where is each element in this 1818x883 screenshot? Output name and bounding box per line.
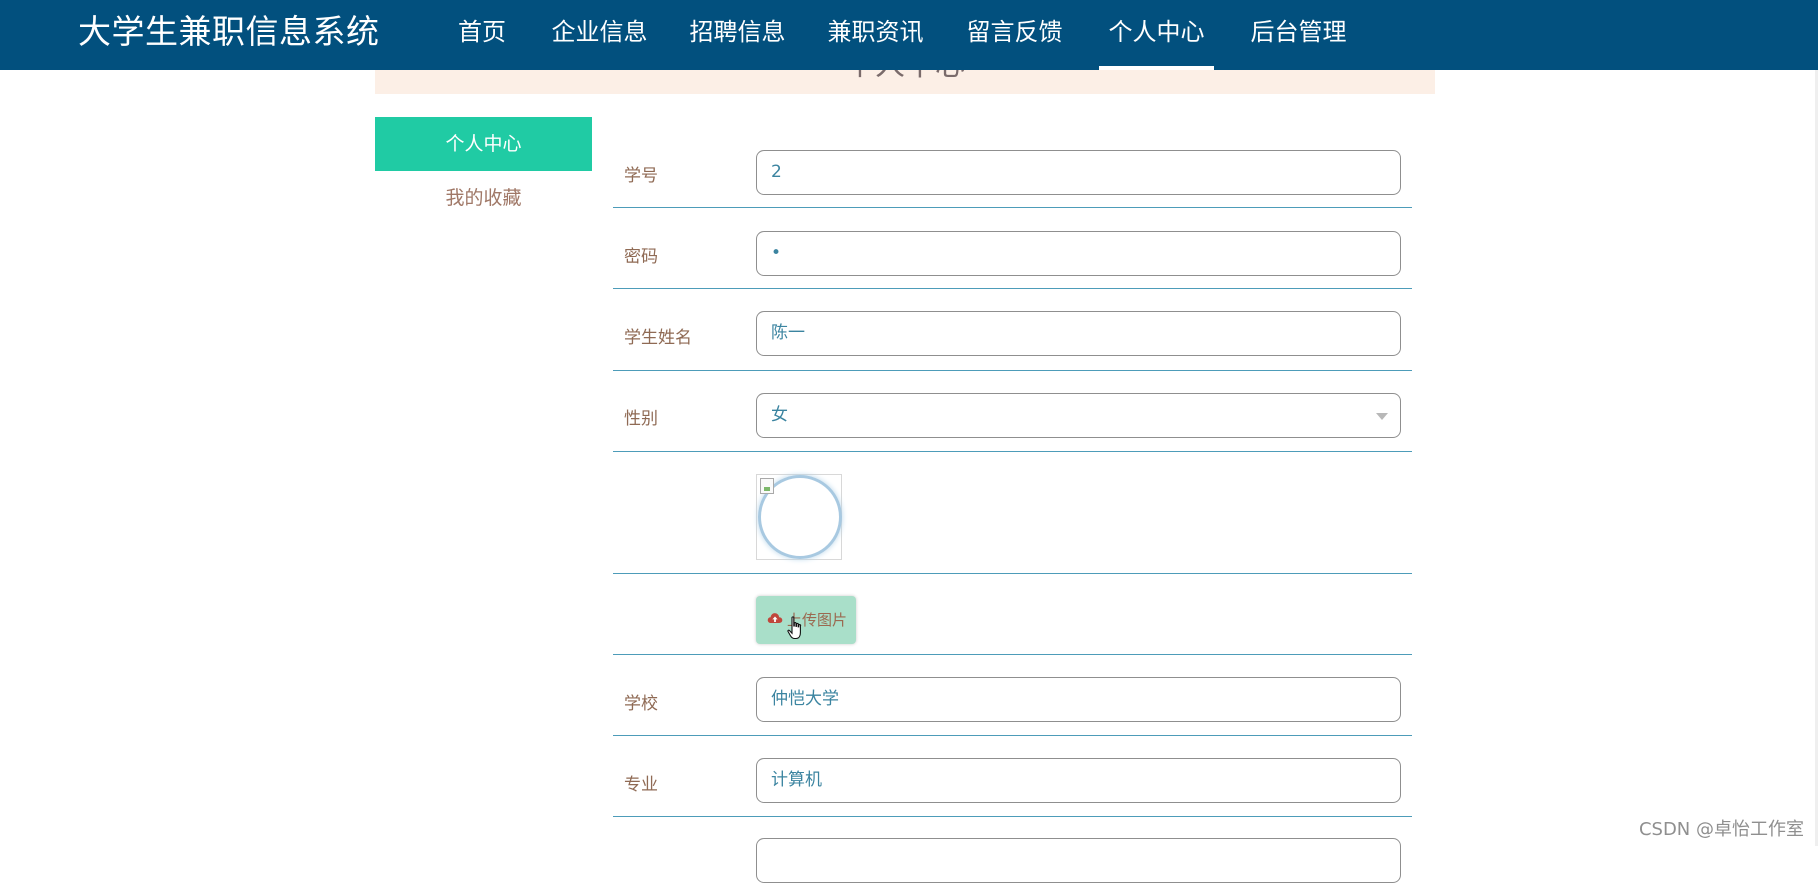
avatar-preview — [756, 474, 842, 560]
next-field-input[interactable] — [756, 838, 1401, 883]
nav-part-time-news[interactable]: 兼职资讯 — [827, 0, 924, 64]
nav-admin[interactable]: 后台管理 — [1250, 0, 1347, 64]
row-divider — [613, 451, 1412, 452]
row-divider — [613, 288, 1412, 289]
major-label: 专业 — [624, 775, 658, 795]
upload-image-button[interactable]: 上传图片 — [756, 596, 856, 644]
chevron-down-icon — [1376, 413, 1388, 420]
nav-feedback[interactable]: 留言反馈 — [966, 0, 1063, 64]
gender-selected-value: 女 — [771, 405, 788, 425]
site-title[interactable]: 大学生兼职信息系统 — [78, 0, 380, 64]
nav-home[interactable]: 首页 — [458, 0, 506, 64]
row-divider — [613, 816, 1412, 817]
nav-job-postings[interactable]: 招聘信息 — [689, 0, 786, 64]
sidebar-item-personal-center[interactable]: 个人中心 — [375, 117, 592, 171]
sidebar-item-my-favorites[interactable]: 我的收藏 — [375, 171, 592, 225]
cloud-upload-icon — [767, 613, 783, 623]
student-id-label: 学号 — [624, 166, 658, 186]
row-divider — [613, 735, 1412, 736]
row-divider — [613, 654, 1412, 655]
nav-personal-center[interactable]: 个人中心 — [1099, 0, 1214, 70]
student-name-label: 学生姓名 — [624, 328, 692, 348]
top-navbar: 大学生兼职信息系统 首页 企业信息 招聘信息 兼职资讯 留言反馈 个人中心 后台… — [0, 0, 1818, 70]
student-name-input[interactable]: 陈一 — [756, 311, 1401, 356]
gender-label: 性别 — [624, 409, 658, 429]
nav-company-info[interactable]: 企业信息 — [551, 0, 648, 64]
student-id-input[interactable]: 2 — [756, 150, 1401, 195]
row-divider — [613, 370, 1412, 371]
row-divider — [613, 207, 1412, 208]
school-label: 学校 — [624, 694, 658, 714]
broken-image-icon — [760, 478, 774, 494]
password-label: 密码 — [624, 247, 658, 267]
upload-button-label: 上传图片 — [787, 611, 848, 629]
watermark: CSDN @卓怡工作室 — [1638, 819, 1804, 840]
gender-select[interactable]: 女 — [756, 393, 1401, 438]
row-divider — [613, 573, 1412, 574]
major-input[interactable]: 计算机 — [756, 758, 1401, 803]
password-input[interactable]: • — [756, 231, 1401, 276]
school-input[interactable]: 仲恺大学 — [756, 677, 1401, 722]
